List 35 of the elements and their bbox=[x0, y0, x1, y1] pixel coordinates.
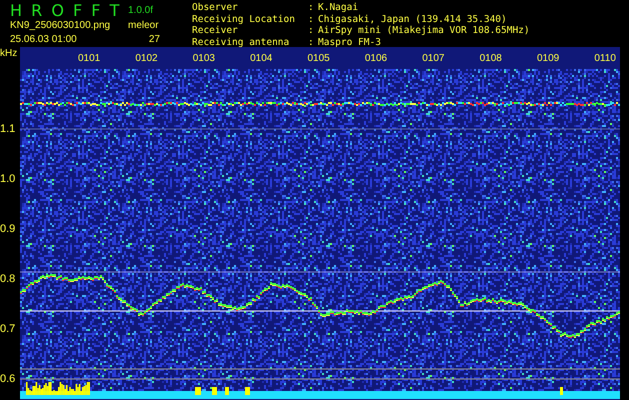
time-label: 0106 bbox=[364, 53, 388, 66]
info-value: Maspro FM-3 bbox=[318, 36, 382, 48]
frequency-label: 0.6 bbox=[0, 372, 16, 387]
timestamp: 25.06.03 01:00 bbox=[10, 34, 78, 45]
time-label: 0102 bbox=[135, 53, 158, 66]
info-separator: : bbox=[308, 36, 315, 48]
time-label: 0110 bbox=[594, 53, 616, 66]
time-label: 0109 bbox=[537, 53, 560, 66]
time-label: 0103 bbox=[192, 53, 215, 66]
counter-value: 27 bbox=[148, 34, 161, 45]
counter-label: meleor bbox=[128, 20, 160, 31]
time-label: 0108 bbox=[480, 53, 502, 66]
frequency-label: 0.7 bbox=[0, 322, 16, 337]
info-value: AirSpy mini (Miakejima VOR 108.65MHz) bbox=[318, 25, 530, 36]
info-label: Receiving antenna bbox=[192, 36, 290, 48]
version-label: 1.0.0f bbox=[128, 4, 154, 16]
frequency-label: 1.0 bbox=[0, 172, 16, 187]
info-separator: : bbox=[308, 2, 315, 14]
info-value: Chigasaki, Japan (139.414 35.340) bbox=[318, 14, 508, 25]
time-label: 0101 bbox=[78, 53, 100, 66]
info-separator: : bbox=[308, 25, 315, 36]
time-label: 0105 bbox=[308, 53, 330, 66]
info-label: Observer bbox=[192, 2, 239, 14]
info-value: K.Nagai bbox=[318, 2, 360, 14]
frequency-label: 0.9 bbox=[0, 222, 16, 237]
frequency-label: 0.8 bbox=[0, 272, 16, 287]
app-title: H R O F F T bbox=[10, 0, 122, 20]
info-label: Receiver bbox=[192, 25, 239, 36]
file-name: KN9_2506030100.png bbox=[10, 20, 112, 31]
info-label: Receiving Location bbox=[192, 14, 296, 25]
unit-label: kHz bbox=[0, 47, 18, 61]
info-separator: : bbox=[308, 14, 315, 25]
frequency-label: 1.1 bbox=[0, 122, 16, 137]
time-label: 0107 bbox=[422, 53, 444, 66]
time-label: 0104 bbox=[250, 53, 272, 66]
